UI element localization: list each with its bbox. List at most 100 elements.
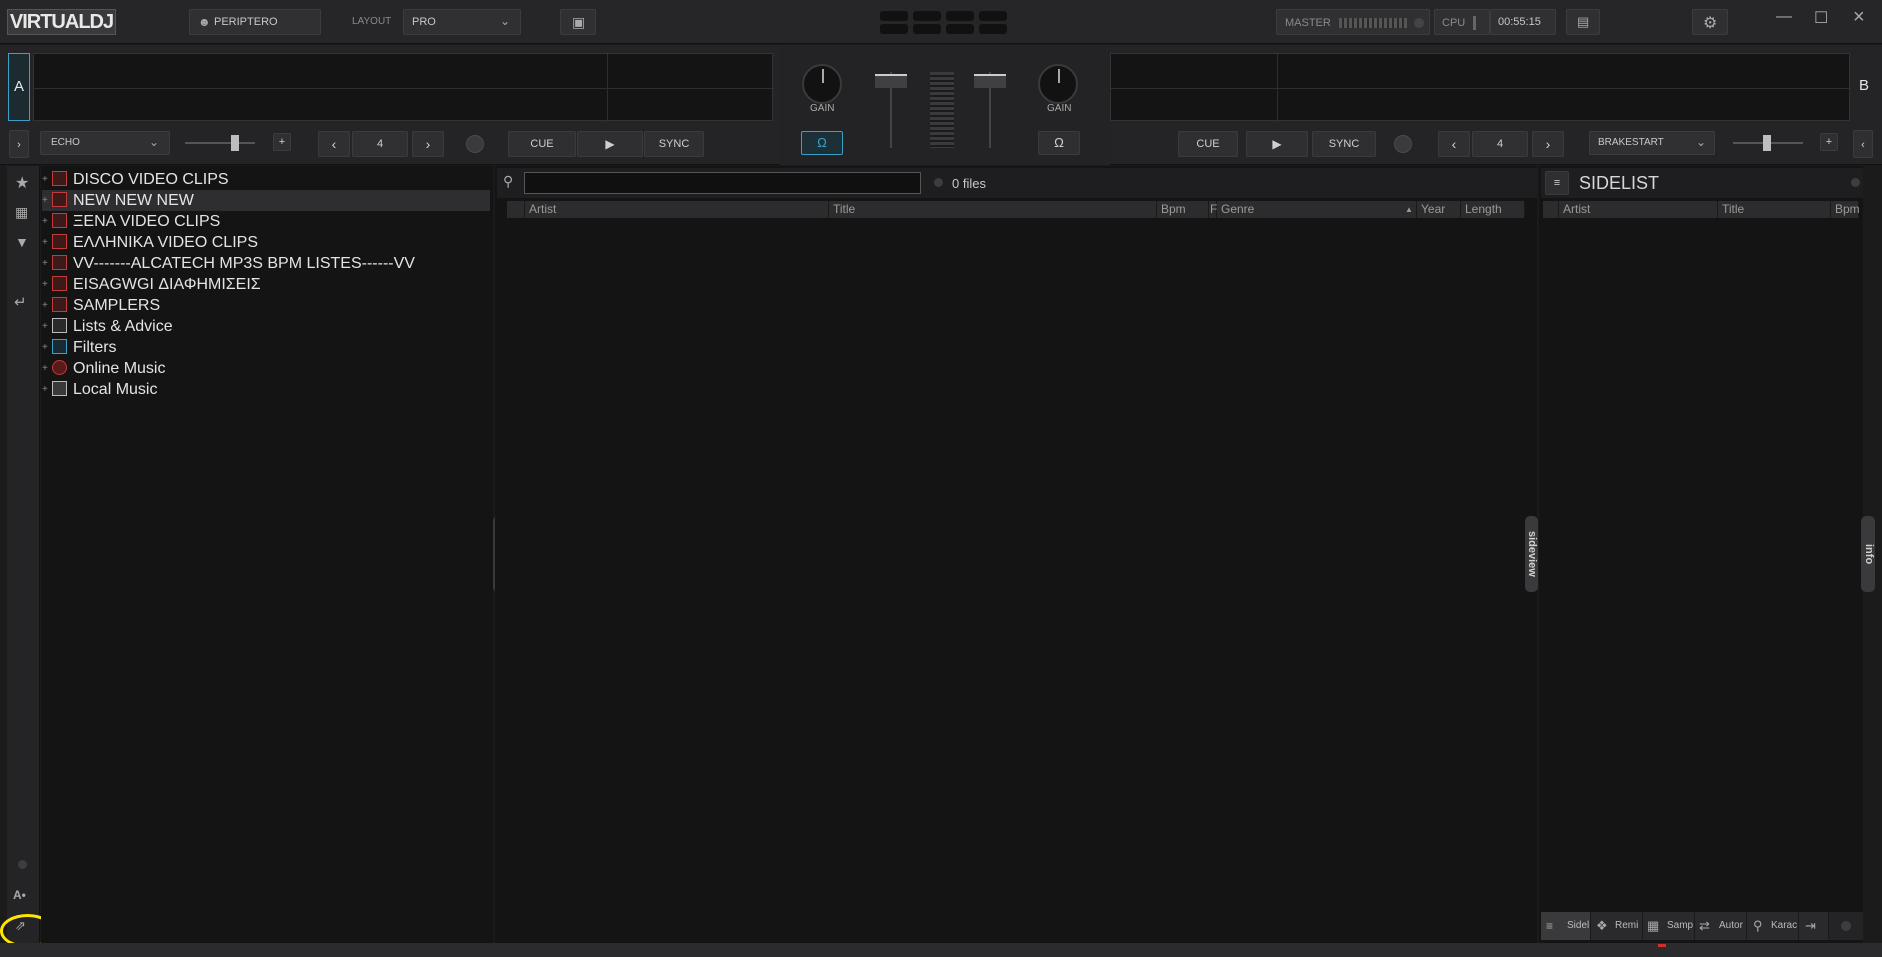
options-dot-icon[interactable] (18, 860, 27, 869)
expand-icon[interactable]: + (42, 358, 48, 379)
text-size-icon[interactable]: A• (13, 888, 26, 902)
deck-b-cue-button[interactable]: CUE (1178, 131, 1238, 157)
deck-a-letter[interactable]: A (8, 53, 30, 121)
expand-icon[interactable]: + (42, 169, 48, 190)
deck-b-loop-toggle[interactable] (1394, 135, 1412, 153)
back-icon[interactable]: ↵ (14, 293, 27, 311)
deck-a-effect-select[interactable]: ECHO ⌄ (40, 131, 170, 155)
folder-tree-item[interactable]: + Local Music (42, 379, 490, 400)
column-header-status[interactable] (507, 201, 525, 218)
deck-a-loop-toggle[interactable] (466, 135, 484, 153)
expand-icon[interactable]: + (42, 295, 48, 316)
column-header-title[interactable]: Title (829, 201, 1157, 218)
expand-icon[interactable]: + (42, 337, 48, 358)
folder-tree-item[interactable]: + ΞΕΝΑ VIDEO CLIPS (42, 211, 490, 232)
expand-icon[interactable]: + (42, 253, 48, 274)
chevron-right-icon: › (425, 136, 431, 152)
deck-a-cue-button[interactable]: CUE (508, 131, 576, 157)
expand-icon[interactable]: + (42, 211, 48, 232)
deck-b-waveform[interactable] (1110, 53, 1851, 122)
deck-a-play-button[interactable]: ▶ (577, 131, 643, 157)
sideview-panel-tab[interactable]: sideview (1525, 516, 1538, 592)
channel-fader-right[interactable] (974, 74, 1006, 88)
headphone-cue-left-button[interactable]: Ω (801, 131, 843, 155)
master-knob-icon[interactable] (1414, 18, 1424, 28)
deck-b-loop-size[interactable]: 4 (1472, 131, 1528, 157)
folder-tree-item[interactable]: + VV-------ALCATECH MP3S BPM LISTES------… (42, 253, 490, 274)
deck-a-effect-add-button[interactable]: + (273, 133, 291, 151)
tab-remix[interactable]: ❖ Remi (1591, 912, 1643, 940)
column-header-year[interactable]: Year (1417, 201, 1461, 218)
deck-b-effect-select[interactable]: BRAKESTART ⌄ (1589, 131, 1715, 155)
sidelist-menu-button[interactable]: ≡ (1545, 171, 1569, 195)
deck-b-loop-prev-button[interactable]: ‹ (1438, 131, 1470, 157)
expand-icon[interactable]: + (42, 274, 48, 295)
column-header-title[interactable]: Title (1718, 201, 1831, 218)
deck-a-loop-next-button[interactable]: › (412, 131, 444, 157)
folder-add-icon[interactable]: ▦ (15, 204, 28, 221)
folder-tree-item[interactable]: + Filters (42, 337, 490, 358)
tab-sidelist[interactable]: ≡ Sidel (1541, 912, 1591, 940)
gain-knob-left[interactable] (802, 64, 842, 104)
column-header-bpm[interactable]: Bpm (1157, 201, 1209, 218)
folder-tree-item[interactable]: + ΕΛΛΗΝΙΚΑ VIDEO CLIPS (42, 232, 490, 253)
close-icon[interactable]: × (1853, 6, 1865, 29)
sidelist-options-dot-icon[interactable] (1851, 178, 1860, 187)
user-account-button[interactable]: ☻ PERIPTERO (189, 9, 321, 35)
folder-tree-item-label: Online Music (73, 360, 166, 377)
layout-select[interactable]: PRO ⌄ (403, 9, 521, 35)
deck-b-effect-add-button[interactable]: + (1820, 133, 1838, 151)
star-icon[interactable]: ★ (15, 173, 29, 193)
tab-automix[interactable]: ⇄ Autor (1695, 912, 1747, 940)
schedule-button[interactable]: ▤ (1566, 9, 1600, 35)
folder-tree-item[interactable]: + Lists & Advice (42, 316, 490, 337)
folder-tree-item[interactable]: + DISCO VIDEO CLIPS (42, 169, 490, 190)
deck-a-sync-button[interactable]: SYNC (644, 131, 704, 157)
settings-button[interactable]: ⚙ (1692, 9, 1728, 35)
tabs-options-dot-icon[interactable] (1841, 921, 1851, 931)
deck-a-expand-button[interactable]: › (9, 130, 29, 158)
maximize-icon[interactable]: ☐ (1814, 8, 1828, 28)
folder-tree-item[interactable]: + EISAGWGI ΔΙΑΦΗΜΙΣΕΙΣ (42, 274, 490, 295)
column-header-artist[interactable]: Artist (1559, 201, 1718, 218)
folder-tree-item[interactable]: + NEW NEW NEW (42, 190, 490, 211)
deck-a-effect-slider[interactable] (185, 135, 255, 151)
deck-b-effect-slider[interactable] (1733, 135, 1803, 151)
column-header-bpm[interactable]: Bpm (1831, 201, 1860, 218)
gain-knob-right[interactable] (1038, 64, 1078, 104)
column-header-length[interactable]: Length (1461, 201, 1525, 218)
column-header-status[interactable] (1543, 201, 1559, 218)
headphone-cue-right-button[interactable]: Ω (1038, 131, 1080, 155)
expand-icon[interactable]: + (42, 190, 48, 211)
column-header-genre[interactable]: Genre ▲ (1217, 201, 1417, 218)
deck-a-loop-size[interactable]: 4 (352, 131, 408, 157)
column-header-f[interactable]: F (1209, 201, 1217, 218)
filter-icon[interactable]: ▼ (15, 234, 29, 250)
folder-tree-item[interactable]: + Online Music (42, 358, 490, 379)
deck-a-waveform[interactable] (33, 53, 774, 122)
cpu-meter: CPU (1434, 9, 1490, 35)
deck-b-letter[interactable]: B (1853, 53, 1875, 121)
tab-send-to[interactable]: ⇥ (1799, 912, 1829, 940)
expand-icon[interactable]: + (42, 316, 48, 337)
slider-handle[interactable] (1763, 135, 1771, 151)
expand-icon[interactable]: + (42, 379, 48, 400)
info-panel-tab[interactable]: info (1861, 516, 1875, 592)
deck-b-loop-next-button[interactable]: › (1532, 131, 1564, 157)
search-options-dot-icon[interactable] (934, 178, 943, 187)
tab-sampler[interactable]: ▦ Samp (1643, 912, 1695, 940)
minimize-icon[interactable]: — (1776, 8, 1792, 26)
deck-a-loop-prev-button[interactable]: ‹ (318, 131, 350, 157)
search-input[interactable] (524, 172, 921, 194)
column-header-artist[interactable]: Artist (525, 201, 829, 218)
channel-fader-left[interactable] (875, 74, 907, 88)
cube-button[interactable]: ▣ (560, 9, 596, 35)
folder-tree-item[interactable]: + SAMPLERS (42, 295, 490, 316)
deck-b-play-button[interactable]: ▶ (1246, 131, 1308, 157)
deck-b-sync-button[interactable]: SYNC (1312, 131, 1376, 157)
deck-b-expand-button[interactable]: ‹ (1853, 130, 1873, 158)
deck-layout-selector[interactable] (880, 11, 1007, 35)
expand-icon[interactable]: + (42, 232, 48, 253)
slider-handle[interactable] (231, 135, 239, 151)
tab-karaoke[interactable]: ⚲ Karac (1747, 912, 1799, 940)
